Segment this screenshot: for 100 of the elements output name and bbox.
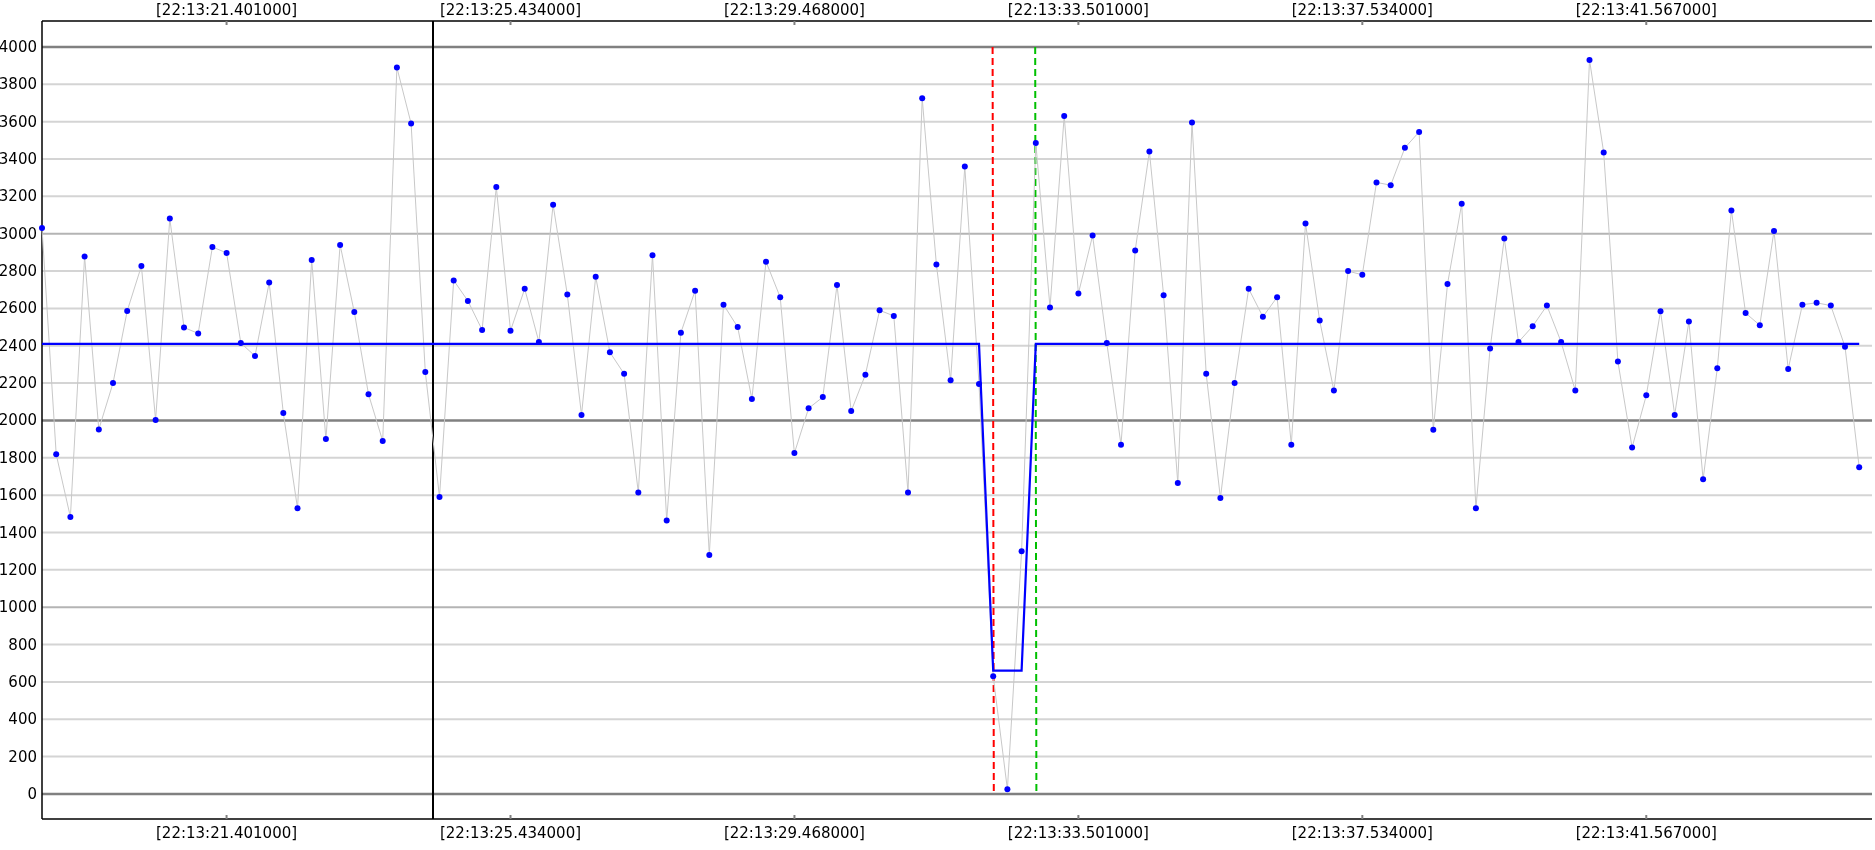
data-point [1586, 57, 1593, 63]
data-point [706, 551, 713, 558]
y-axis-label: 2200 [0, 374, 37, 393]
data-point [1657, 308, 1664, 315]
data-point [209, 244, 216, 250]
x-axis-label: [22:13:33.501000] [1007, 824, 1149, 842]
data-point [1359, 271, 1366, 278]
data-point [876, 307, 883, 314]
data-point [166, 215, 173, 222]
data-point [1771, 227, 1777, 234]
data-point [1018, 548, 1025, 555]
data-point [1146, 148, 1153, 155]
data-point [1785, 366, 1792, 373]
x-axis-label: [22:13:21.401000] [156, 824, 298, 842]
data-point [181, 324, 187, 331]
data-point [976, 381, 982, 387]
data-point [1842, 343, 1848, 350]
data-point [663, 517, 670, 524]
data-point [1799, 301, 1806, 308]
data-point [1302, 220, 1309, 227]
data-point [237, 340, 244, 346]
x-axis-label: [22:13:25.434000] [439, 1, 582, 19]
x-axis-label: [22:13:41.567000] [1575, 824, 1717, 842]
data-point [564, 291, 571, 298]
data-point [748, 396, 755, 402]
data-point [1288, 441, 1295, 448]
x-axis-label: [22:13:29.468000] [723, 824, 865, 842]
data-point [195, 330, 202, 337]
data-point [550, 201, 557, 208]
y-axis-label: 4000 [0, 37, 37, 56]
data-point [649, 252, 656, 259]
y-axis-label: 200 [8, 747, 37, 766]
x-axis-label: [22:13:37.534000] [1291, 1, 1433, 19]
data-point [252, 353, 258, 359]
data-point [961, 163, 968, 170]
data-point [919, 95, 926, 102]
data-point [1174, 480, 1181, 486]
y-axis-label: 400 [8, 710, 37, 729]
y-axis-label: 3800 [0, 75, 37, 94]
data-point [720, 301, 727, 308]
data-point [450, 277, 457, 284]
data-point [1118, 441, 1124, 448]
data-point [479, 326, 486, 333]
y-axis-label: 3000 [0, 224, 37, 243]
data-point [223, 249, 230, 256]
y-axis-label: 3200 [0, 187, 37, 206]
data-point [1061, 113, 1068, 120]
data-point [1714, 365, 1721, 372]
data-point [110, 380, 116, 387]
data-point [124, 308, 131, 314]
y-axis-label: 1400 [0, 523, 37, 542]
x-axis-label: [22:13:25.434000] [439, 824, 582, 842]
data-point [1401, 144, 1408, 151]
data-point [337, 241, 344, 248]
data-point [436, 494, 443, 500]
data-point [692, 287, 699, 294]
data-point [393, 64, 400, 71]
data-point [763, 258, 769, 265]
data-point [294, 505, 301, 512]
data-point [507, 327, 514, 334]
data-point [819, 394, 826, 401]
data-point [1671, 411, 1678, 418]
x-axis-label: [22:13:41.567000] [1575, 1, 1717, 19]
data-point [1742, 310, 1749, 317]
data-point [322, 436, 329, 443]
data-point [1089, 232, 1096, 239]
data-point [947, 377, 954, 384]
data-point [1387, 182, 1394, 189]
data-point [1203, 370, 1210, 377]
data-point [1472, 505, 1479, 512]
data-point [1515, 339, 1522, 345]
data-point [1600, 149, 1607, 156]
data-point [1643, 392, 1650, 399]
data-point [862, 371, 869, 378]
data-point [890, 312, 897, 319]
y-axis-label: 2400 [0, 336, 37, 355]
data-point [535, 339, 542, 345]
y-axis-label: 3400 [0, 150, 37, 168]
data-point [1032, 140, 1039, 147]
data-point [834, 282, 840, 289]
data-point [1132, 247, 1139, 254]
data-point [1572, 387, 1579, 394]
data-point [1047, 304, 1053, 311]
x-axis-label: [22:13:33.501000] [1007, 1, 1149, 19]
y-axis-label: 3600 [0, 112, 37, 131]
y-axis-label: 800 [8, 635, 37, 654]
data-point [1416, 128, 1423, 135]
data-point [1330, 387, 1337, 394]
data-point [351, 309, 358, 316]
data-point [1856, 464, 1863, 471]
data-point [308, 256, 315, 263]
data-point [379, 438, 386, 444]
y-axis-label: 1200 [0, 560, 37, 579]
data-point [1245, 285, 1252, 292]
data-point [1501, 235, 1508, 242]
data-point [53, 451, 60, 458]
data-point [493, 184, 500, 190]
data-point [266, 279, 273, 286]
data-point [635, 489, 642, 496]
data-point [1685, 318, 1692, 325]
